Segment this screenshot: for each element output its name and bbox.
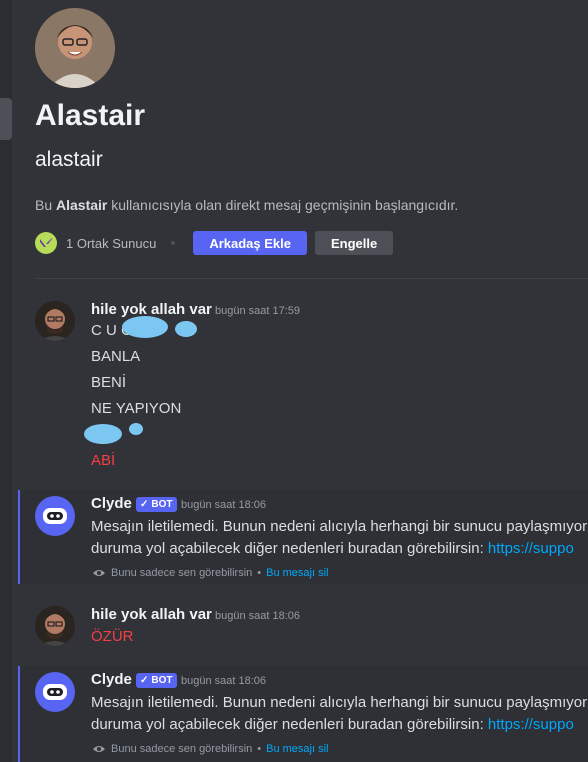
message-timestamp: bugün saat 17:59 [215, 305, 301, 317]
censor-blob [84, 424, 122, 444]
message-timestamp: bugün saat 18:06 [181, 499, 267, 511]
message-text-line: duruma yol açabilecek diğer nedenleri bu… [91, 714, 574, 736]
ephemeral-note-text: Bunu sadece sen görebilirsin [111, 743, 253, 755]
checkmark-icon: ✓ [140, 675, 149, 686]
message-line: BANLA [91, 348, 141, 365]
profile-actions: 1 Ortak Sunucu Arkadaş Ekle Engelle [35, 230, 394, 256]
bot-badge-label: BOT [151, 499, 173, 510]
message-text-line: Mesajın iletilemedi. Bunun nedeni alıcıy… [91, 694, 588, 711]
message-line: ABİ [91, 452, 116, 469]
valorant-icon[interactable] [35, 232, 57, 254]
delete-message-link[interactable]: Bu mesajı sil [266, 743, 328, 755]
message-timestamp: bugün saat 18:06 [181, 675, 267, 687]
message-line: NE YAPIYON [91, 400, 182, 417]
censor-blob [129, 423, 143, 435]
note-separator: • [257, 567, 262, 579]
bot-badge: ✓ BOT [136, 673, 177, 688]
intro-prefix: Bu [35, 197, 53, 213]
profile-username: alastair [35, 148, 103, 171]
eye-icon [93, 746, 105, 752]
message-author[interactable]: hile yok allah var [91, 605, 212, 625]
message-text-line: Mesajın iletilemedi. Bunun nedeni alıcıy… [91, 518, 588, 535]
dm-intro-text: Bu Alastair kullanıcısıyla olan direkt m… [35, 195, 458, 215]
censor-blob [175, 321, 197, 337]
ephemeral-note: Bunu sadece sen görebilirsin • Bu mesajı… [92, 567, 328, 579]
server-rail [0, 0, 12, 762]
intro-suffix: kullanıcısıyla olan direkt mesaj geçmişi… [111, 197, 459, 213]
message-timestamp: bugün saat 18:06 [215, 610, 301, 622]
support-link[interactable]: https://suppo [488, 540, 574, 557]
support-link[interactable]: https://suppo [488, 716, 574, 733]
clyde-robot-icon[interactable] [35, 496, 75, 536]
message-text-line: duruma yol açabilecek diğer nedenleri bu… [91, 538, 574, 560]
bot-badge-label: BOT [151, 675, 173, 686]
header-divider [35, 278, 588, 279]
ephemeral-message: Clyde ✓ BOT bugün saat 18:06 Mesajın ile… [18, 666, 588, 762]
ephemeral-note: Bunu sadece sen görebilirsin • Bu mesajı… [92, 743, 328, 755]
note-separator: • [257, 743, 262, 755]
dm-content: Alastair alastair Bu Alastair kullanıcıs… [12, 0, 588, 762]
ephemeral-note-text: Bunu sadece sen görebilirsin [111, 567, 253, 579]
avatar[interactable] [35, 301, 75, 341]
rail-selection-pill [0, 98, 12, 140]
checkmark-icon: ✓ [140, 499, 149, 510]
avatar[interactable] [35, 606, 75, 646]
mutual-servers-link[interactable]: 1 Ortak Sunucu [66, 236, 156, 251]
message-text: duruma yol açabilecek diğer nedenleri bu… [91, 540, 488, 557]
message-line: ÖZÜR [91, 628, 134, 645]
message-author[interactable]: Clyde [91, 494, 132, 514]
censor-blob [122, 316, 168, 338]
bot-badge: ✓ BOT [136, 497, 177, 512]
add-friend-button[interactable]: Arkadaş Ekle [193, 231, 307, 255]
intro-name: Alastair [56, 197, 108, 213]
clyde-robot-icon[interactable] [35, 672, 75, 712]
eye-icon [93, 570, 105, 576]
block-button[interactable]: Engelle [315, 231, 394, 255]
delete-message-link[interactable]: Bu mesajı sil [266, 567, 328, 579]
profile-display-name: Alastair [35, 99, 146, 132]
message-text: duruma yol açabilecek diğer nedenleri bu… [91, 716, 488, 733]
message-line: BENİ [91, 374, 127, 391]
separator-dot [171, 241, 176, 245]
ephemeral-message: Clyde ✓ BOT bugün saat 18:06 Mesajın ile… [18, 490, 588, 584]
profile-avatar[interactable] [35, 8, 115, 88]
message-author[interactable]: Clyde [91, 670, 132, 690]
